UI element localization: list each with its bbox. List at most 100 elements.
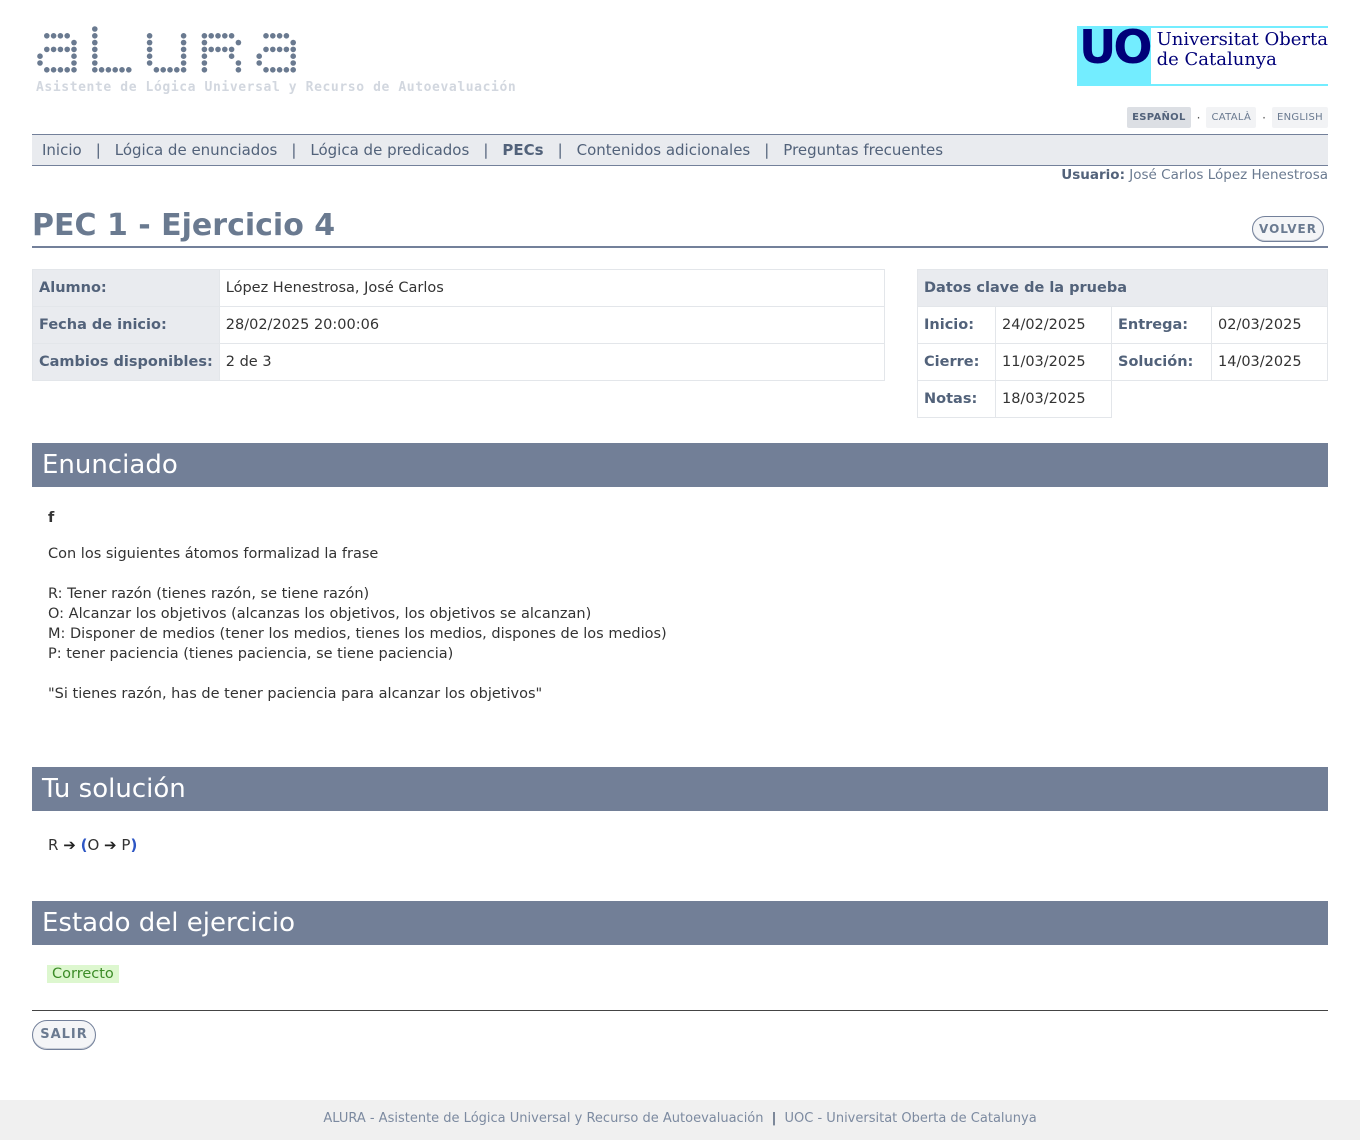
solucion-heading: Tu solución [32, 767, 1328, 811]
footer-separator: | [771, 1111, 777, 1126]
nav-preguntas-frecuentes[interactable]: Preguntas frecuentes [783, 141, 943, 159]
logo-dot [276, 46, 283, 53]
user-name: José Carlos López Henestrosa [1129, 167, 1328, 183]
logo-dot [64, 67, 70, 73]
uoc-wordmark: Universitat Oberta de Catalunya [1150, 26, 1328, 86]
entrega-value: 02/03/2025 [1211, 306, 1328, 344]
logo-dot [283, 33, 290, 39]
entrega-label: Entrega: [1111, 306, 1212, 344]
logo-dot [71, 46, 77, 53]
key-dates-table: Datos clave de la prueba Inicio: 24/02/2… [917, 269, 1328, 418]
logo-dot [64, 33, 70, 39]
lang-separator: · [1262, 110, 1266, 125]
footer-alura-text: ALURA - Asistente de Lógica Universal y … [323, 1111, 764, 1126]
solucion-value: 14/03/2025 [1211, 343, 1328, 381]
logo-dot [146, 33, 153, 39]
logo-dot [57, 67, 64, 73]
logo-dot [64, 46, 70, 53]
exit-button[interactable]: SALIR [32, 1020, 96, 1050]
formula-atom: O [87, 836, 100, 854]
logo-dot [228, 46, 235, 53]
logo-dot [44, 46, 50, 53]
nav-logica-enunciados[interactable]: Lógica de enunciados [115, 141, 278, 159]
inicio-value: 24/02/2025 [995, 306, 1112, 344]
logo-dot [92, 46, 98, 53]
table-row: Cambios disponibles: 2 de 3 [32, 343, 886, 381]
lang-ca[interactable]: CATALÀ [1206, 107, 1257, 128]
lang-en[interactable]: ENGLISH [1271, 107, 1328, 128]
alumno-label: Alumno: [32, 269, 220, 307]
logo-dot [208, 33, 214, 39]
logo-dot [92, 53, 98, 59]
title-row: PEC 1 - Ejercicio 4 VOLVER [32, 204, 1328, 248]
atom-r: R: Tener razón (tienes razón, se tiene r… [48, 586, 370, 602]
language-switcher: ESPAÑOL · CATALÀ · ENGLISH [1127, 107, 1328, 128]
nav-contenidos-adicionales[interactable]: Contenidos adicionales [577, 141, 751, 159]
logo-dot [71, 53, 77, 59]
enunciado-heading: Enunciado [32, 443, 1328, 487]
logo-dot [92, 60, 98, 66]
atom-m: M: Disponer de medios (tener los medios,… [48, 626, 667, 642]
logo-dot [119, 67, 125, 73]
uoc-logo[interactable]: UOC Universitat Oberta de Catalunya [1077, 26, 1328, 86]
atom-o: O: Alcanzar los objetivos (alcanzas los … [48, 606, 592, 622]
logo-dot [228, 33, 235, 39]
status-badge: Correcto [47, 965, 119, 983]
implies-arrow-icon: ➔ [63, 836, 76, 854]
lang-separator: · [1196, 110, 1201, 125]
user-label: Usuario: [1061, 167, 1125, 183]
logo-dot [146, 46, 153, 53]
key-dates-title: Datos clave de la prueba [917, 269, 1328, 307]
logo-dot [105, 67, 112, 73]
close-paren: ) [130, 836, 138, 854]
logo-dot [263, 33, 269, 39]
logo-dot [263, 67, 269, 73]
logo-dot [201, 39, 208, 46]
logo-dot [201, 67, 208, 73]
alura-logo[interactable]: Asistente de Lógica Universal y Recurso … [36, 24, 556, 100]
page-title: PEC 1 - Ejercicio 4 [32, 208, 336, 243]
logo-dot [228, 53, 235, 59]
logo-dot [235, 60, 242, 66]
logo-dot [44, 33, 50, 39]
logo-dot [222, 33, 228, 39]
estado-heading: Estado del ejercicio [32, 901, 1328, 945]
logo-dot [201, 60, 208, 66]
logo-dot [180, 33, 187, 39]
fecha-inicio-label: Fecha de inicio: [32, 306, 220, 344]
logo-dot [235, 67, 242, 73]
implies-arrow-icon: ➔ [104, 836, 117, 854]
empty-cell [1112, 381, 1328, 418]
logo-dot [71, 60, 77, 66]
logo-dot [283, 46, 290, 53]
nav-pecs[interactable]: PECs [502, 141, 543, 159]
logo-dot [290, 46, 296, 53]
nav-separator: | [557, 141, 563, 159]
logo-dot [263, 46, 269, 53]
nav-logica-predicados[interactable]: Lógica de predicados [310, 141, 469, 159]
logo-dot [290, 60, 296, 66]
logo-dot [146, 53, 153, 59]
cierre-label: Cierre: [917, 343, 996, 381]
nav-separator: | [764, 141, 770, 159]
nav-separator: | [291, 141, 297, 159]
back-button[interactable]: VOLVER [1252, 216, 1324, 242]
divider [32, 1010, 1328, 1011]
logo-dot [44, 67, 50, 73]
logo-dot [201, 46, 208, 53]
logo-dot [50, 46, 57, 53]
logo-dot [167, 67, 173, 73]
nav-separator: | [483, 141, 489, 159]
nav-inicio[interactable]: Inicio [42, 141, 82, 159]
table-row: Fecha de inicio: 28/02/2025 20:00:06 [32, 306, 886, 344]
logo-dot [290, 67, 296, 73]
lang-es[interactable]: ESPAÑOL [1127, 107, 1191, 128]
cambios-value: 2 de 3 [218, 343, 886, 381]
logo-dot [146, 39, 153, 46]
logo-dot [283, 67, 290, 73]
enunciado-intro: Con los siguientes átomos formalizad la … [48, 546, 379, 562]
logo-dot [290, 39, 296, 46]
logo-dot [37, 60, 43, 66]
logo-dot [37, 53, 43, 59]
logo-dot [112, 67, 118, 73]
